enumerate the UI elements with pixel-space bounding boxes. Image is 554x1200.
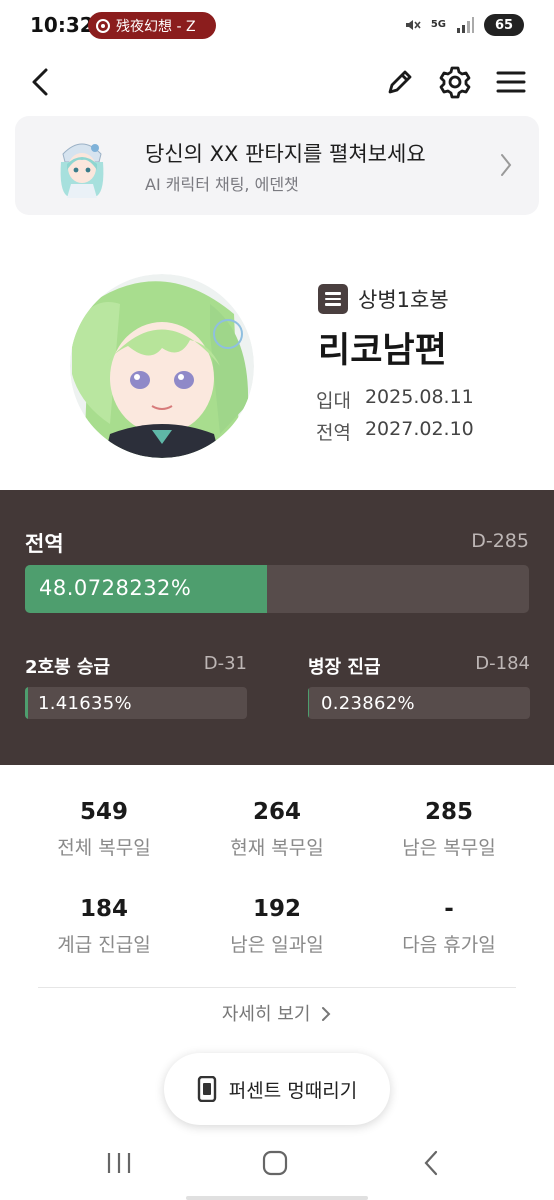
enlist-date: 2025.08.11: [364, 386, 474, 408]
banner-title: 당신의 XX 판타지를 펼쳐보세요: [145, 142, 426, 166]
home-indicator: [186, 1196, 368, 1200]
edit-button[interactable]: [380, 62, 420, 102]
stat-value: 184: [79, 896, 128, 922]
stat-value: 264: [252, 799, 301, 825]
status-bar: 10:32 残夜幻想 - Z 5G 65: [0, 0, 554, 52]
settings-button[interactable]: [435, 62, 475, 102]
status-time: 10:32: [30, 13, 94, 37]
hobong-promotion-title: 2호봉 승급: [25, 657, 111, 678]
signal-icon: [457, 17, 474, 33]
stat-label: 남은 복무일: [402, 837, 496, 859]
discharge-label: 전역: [316, 422, 351, 444]
mute-icon: [405, 20, 421, 30]
enlist-date-row: 입대 2025.08.11: [316, 386, 474, 413]
system-nav-bar: [0, 1125, 554, 1200]
banner-subtitle: AI 캐릭터 채팅, 에덴챗: [145, 175, 299, 194]
pencil-icon: [388, 70, 412, 94]
system-back-button[interactable]: [406, 1145, 456, 1181]
stat-remaining-days: 285 남은 복무일: [357, 799, 541, 860]
view-details-label: 자세히 보기: [221, 1004, 311, 1025]
discharge-date-row: 전역 2027.02.10: [316, 418, 474, 445]
stat-value: -: [444, 896, 454, 922]
profile-avatar[interactable]: [70, 274, 254, 458]
divider: [38, 987, 516, 988]
recents-icon: [107, 1153, 131, 1173]
rank-promotion-bar: 0.23862%: [308, 687, 530, 719]
battery-icon: 65: [484, 14, 524, 36]
recents-button[interactable]: [94, 1145, 144, 1181]
promo-banner[interactable]: 당신의 XX 판타지를 펼쳐보세요 AI 캐릭터 채팅, 에덴챗: [15, 116, 539, 215]
hamburger-icon: [496, 71, 526, 93]
chevron-right-icon: [501, 154, 512, 176]
rank-promotion-dday: D-184: [475, 653, 530, 674]
home-button[interactable]: [250, 1145, 300, 1181]
stat-next-leave: - 다음 휴가일: [357, 896, 541, 957]
chevron-left-icon: [32, 68, 48, 96]
rank-promotion-percent: 0.23862%: [321, 693, 415, 714]
stat-remaining-workdays: 192 남은 일과일: [185, 896, 369, 957]
discharge-progress-title: 전역: [25, 532, 64, 556]
app-header: [0, 54, 554, 110]
stat-label: 남은 일과일: [230, 934, 324, 956]
screen-recording-pill[interactable]: 残夜幻想 - Z: [88, 12, 216, 39]
rank-row: 상병1호봉: [318, 284, 449, 314]
progress-panel: 전역 D-285 48.0728232% 2호봉 승급 D-31 1.41635…: [0, 490, 554, 765]
record-icon: [96, 18, 110, 33]
stat-current-days: 264 현재 복무일: [185, 799, 369, 860]
stat-value: 285: [424, 799, 473, 825]
rank-insignia-icon: [318, 284, 348, 314]
battery-level: 65: [494, 17, 514, 33]
chevron-right-icon: [322, 1007, 331, 1021]
stat-label: 다음 휴가일: [402, 934, 496, 956]
enlist-label: 입대: [316, 390, 351, 412]
network-type: 5G: [430, 19, 446, 30]
hobong-promotion-percent: 1.41635%: [38, 693, 132, 714]
percent-button-label: 퍼센트 멍때리기: [228, 1079, 358, 1102]
discharge-dday: D-285: [471, 530, 529, 552]
discharge-progress-percent: 48.0728232%: [39, 576, 192, 600]
stat-label: 계급 진급일: [57, 934, 151, 956]
menu-button[interactable]: [491, 62, 531, 102]
home-icon: [262, 1150, 288, 1176]
stat-label: 전체 복무일: [57, 837, 151, 859]
stat-label: 현재 복무일: [230, 837, 324, 859]
rank-promotion-title: 병장 진급: [308, 657, 381, 678]
profile-name: 리코남편: [318, 331, 447, 371]
hobong-promotion-bar: 1.41635%: [25, 687, 247, 719]
back-button[interactable]: [20, 62, 60, 102]
banner-character-image: [49, 132, 115, 198]
rank-label: 상병1호봉: [358, 288, 449, 312]
view-details-link[interactable]: 자세히 보기: [0, 1000, 554, 1026]
gear-icon: [439, 66, 471, 99]
recording-text: 残夜幻想 - Z: [116, 18, 196, 35]
rank-promotion-fill: [308, 687, 309, 719]
stat-total-days: 549 전체 복무일: [12, 799, 196, 860]
status-icons: 5G 65: [403, 14, 524, 36]
back-icon: [424, 1150, 438, 1176]
hobong-promotion-fill: [25, 687, 29, 719]
discharge-date: 2027.02.10: [364, 418, 474, 440]
stat-value: 192: [252, 896, 301, 922]
stat-value: 549: [79, 799, 128, 825]
hobong-promotion-dday: D-31: [203, 653, 247, 674]
stat-promotion-days: 184 계급 진급일: [12, 896, 196, 957]
discharge-progress-bar: 48.0728232%: [25, 565, 529, 613]
phone-icon: [197, 1076, 216, 1102]
percent-zone-out-button[interactable]: 퍼센트 멍때리기: [164, 1053, 390, 1125]
